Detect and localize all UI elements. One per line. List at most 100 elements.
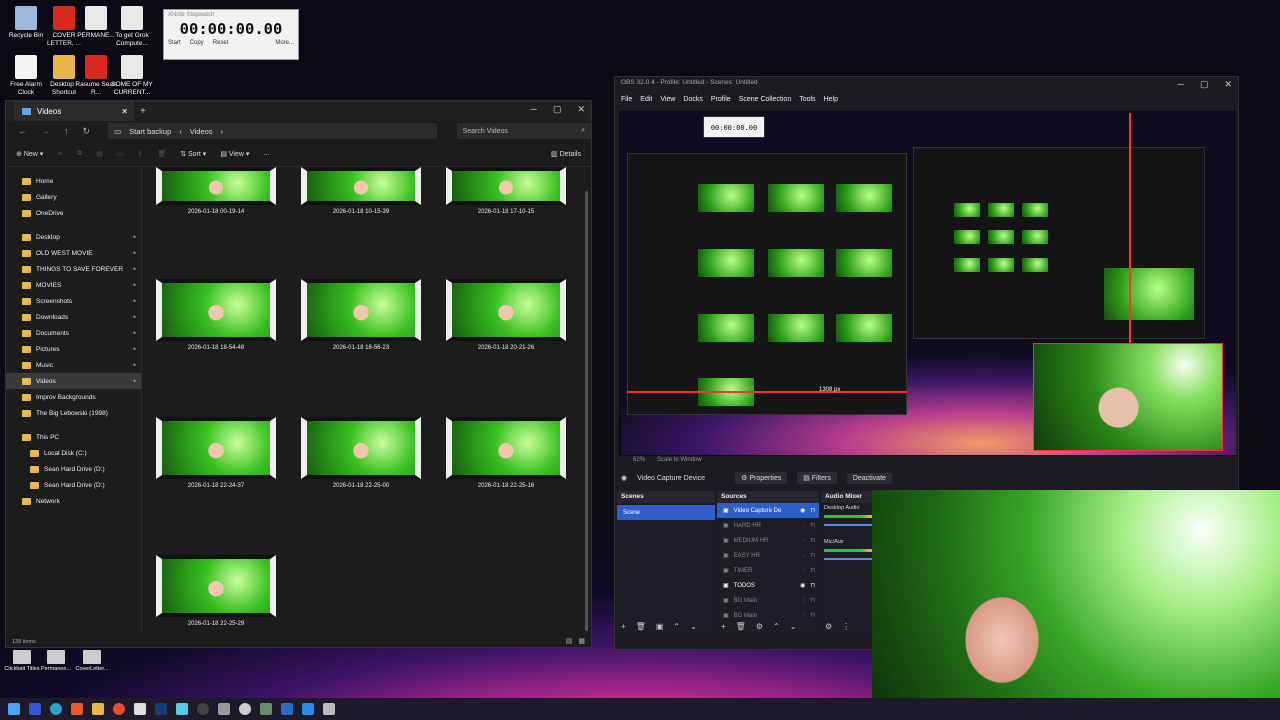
desktop-icon[interactable]: SOME OF MY CURRENT... xyxy=(110,55,154,96)
photoshop-icon[interactable] xyxy=(155,703,167,715)
source-item[interactable]: ▣ EASY HR ◌ ⊓ xyxy=(717,548,819,563)
nav-item[interactable]: OneDrive xyxy=(6,205,141,221)
menu-item[interactable]: Docks xyxy=(683,96,702,103)
new-button[interactable]: ⊕ New ▾ xyxy=(16,150,43,158)
video-thumbnail[interactable]: 2026-01-18 22-24-37 xyxy=(156,417,276,489)
app-icon[interactable] xyxy=(302,703,314,715)
close-icon[interactable]: ✕ xyxy=(1224,79,1232,90)
app-icon[interactable] xyxy=(71,703,83,715)
nav-item[interactable]: Improv Backgrounds xyxy=(6,389,141,405)
lock-icon[interactable]: ⊓ xyxy=(810,537,815,544)
source-item[interactable]: ▣ TODOS ◉ ⊓ xyxy=(717,578,819,593)
stopwatch-start-button[interactable]: Start xyxy=(168,40,181,46)
stopwatch-copy-button[interactable]: Copy xyxy=(190,40,204,46)
stopwatch-more-button[interactable]: More... xyxy=(275,40,294,46)
video-thumbnail[interactable]: 2026-01-18 22-25-29 xyxy=(156,555,276,627)
menu-item[interactable]: Edit xyxy=(640,96,652,103)
start-icon[interactable] xyxy=(8,703,20,715)
minimize-icon[interactable]: ─ xyxy=(1178,79,1184,90)
preview-camera-source[interactable] xyxy=(1033,343,1223,451)
cut-icon[interactable]: ✂ xyxy=(57,150,63,158)
copy-icon[interactable]: ⧉ xyxy=(77,150,82,158)
up-icon[interactable]: ↑ xyxy=(64,126,69,136)
breadcrumb-videos[interactable]: Videos xyxy=(190,127,213,136)
refresh-icon[interactable]: ↻ xyxy=(83,126,91,137)
video-thumbnail[interactable]: 2026-01-18 17-10-15 xyxy=(446,167,566,215)
menu-item[interactable]: Help xyxy=(824,96,838,103)
properties-button[interactable]: ⚙ Properties xyxy=(735,472,788,484)
nav-item[interactable]: Desktop ✦ xyxy=(6,229,141,245)
nav-item[interactable]: Music ✦ xyxy=(6,357,141,373)
video-thumbnail[interactable]: 2026-01-18 22-25-16 xyxy=(446,417,566,489)
source-item[interactable]: ▣ TIMER ◌ ⊓ xyxy=(717,563,819,578)
view-toggle[interactable]: ▤ ▦ xyxy=(566,637,585,645)
visibility-icon[interactable]: ◌ xyxy=(802,568,806,574)
filter-icon[interactable]: ▣ xyxy=(656,622,664,631)
nav-item[interactable]: Screenshots ✦ xyxy=(6,293,141,309)
menu-item[interactable]: Scene Collection xyxy=(739,96,792,103)
tiles-view-icon[interactable]: ▦ xyxy=(578,637,585,645)
app-icon[interactable] xyxy=(323,703,335,715)
file-icon[interactable] xyxy=(134,703,146,715)
visibility-icon[interactable]: ◌ xyxy=(802,613,806,619)
nav-item[interactable]: Local Disk (C:) xyxy=(6,445,141,461)
menu-item[interactable]: Profile xyxy=(711,96,731,103)
source-item[interactable]: ▣ HARD HR ◌ ⊓ xyxy=(717,518,819,533)
search-input[interactable]: Search Videos ⌕ xyxy=(456,123,591,139)
close-icon[interactable]: ✕ xyxy=(577,104,585,115)
details-button[interactable]: ▥ Details xyxy=(551,150,581,158)
stopwatch-reset-button[interactable]: Reset xyxy=(213,40,229,46)
visibility-icon[interactable]: ◉ xyxy=(800,507,805,514)
volume-slider[interactable] xyxy=(824,558,878,560)
mixer-settings-icon[interactable]: ⚙ xyxy=(825,622,832,631)
nav-item[interactable]: OLD WEST MOVIE ✦ xyxy=(6,245,141,261)
rename-icon[interactable]: ▭ xyxy=(117,150,124,158)
delete-icon[interactable]: 🗑 xyxy=(157,150,166,158)
lock-icon[interactable]: ⊓ xyxy=(810,582,815,589)
visibility-icon[interactable]: ◌ xyxy=(802,523,806,529)
desktop-icon[interactable]: To get Grok Compute... xyxy=(110,6,154,47)
nav-item[interactable]: Sean Hard Drive (D:) xyxy=(6,461,141,477)
menu-item[interactable]: Tools xyxy=(799,96,815,103)
close-tab-icon[interactable]: ✕ xyxy=(121,107,128,116)
remove-icon[interactable]: 🗑 xyxy=(636,622,646,631)
lock-icon[interactable]: ⊓ xyxy=(810,552,815,559)
settings-icon[interactable]: ⚙ xyxy=(756,622,763,631)
tab-videos[interactable]: Videos ✕ xyxy=(14,101,134,121)
nav-item[interactable]: Sean Hard Drive (D:) xyxy=(6,477,141,493)
maximize-icon[interactable]: ▢ xyxy=(553,104,562,115)
new-tab-icon[interactable]: + xyxy=(140,106,146,117)
menu-item[interactable]: File xyxy=(621,96,632,103)
volume-slider[interactable] xyxy=(824,524,878,526)
view-button[interactable]: ▤ View ▾ xyxy=(220,150,249,158)
lock-icon[interactable]: ⊓ xyxy=(810,507,815,514)
chrome-icon[interactable] xyxy=(113,703,125,715)
nav-item[interactable]: Network xyxy=(6,493,141,509)
share-icon[interactable]: ⇪ xyxy=(137,150,143,158)
nav-item[interactable]: Pictures ✦ xyxy=(6,341,141,357)
nav-item[interactable]: Downloads ✦ xyxy=(6,309,141,325)
filters-button[interactable]: ▤ Filters xyxy=(797,472,837,484)
maximize-icon[interactable]: ▢ xyxy=(1200,79,1209,90)
video-thumbnail[interactable]: 2026-01-18 10-15-39 xyxy=(301,167,421,215)
mixer-menu-icon[interactable]: ⋮ xyxy=(842,622,850,631)
nav-item[interactable]: THINGS TO SAVE FOREVER ✦ xyxy=(6,261,141,277)
video-thumbnail[interactable]: 2026-01-18 18-56-23 xyxy=(301,279,421,351)
breadcrumb-start-backup[interactable]: Start backup xyxy=(129,127,171,136)
nav-item[interactable]: The Big Lebowski (1998) xyxy=(6,405,141,421)
visibility-icon[interactable]: ◌ xyxy=(802,598,806,604)
nav-item[interactable]: Documents ✦ xyxy=(6,325,141,341)
paste-icon[interactable]: ▤ xyxy=(96,150,103,158)
visibility-icon[interactable]: ◌ xyxy=(802,538,806,544)
stopwatch-window[interactable]: XNote Stopwatch 00:00:00.00 Start Copy R… xyxy=(163,9,299,60)
more-options-button[interactable]: ... xyxy=(263,150,269,157)
move-down-icon[interactable]: ⌄ xyxy=(790,622,797,631)
nav-item[interactable]: Gallery xyxy=(6,189,141,205)
app-icon[interactable] xyxy=(29,703,41,715)
video-thumbnail[interactable]: 2026-01-18 20-21-26 xyxy=(446,279,566,351)
scrollbar[interactable] xyxy=(585,191,588,631)
lock-icon[interactable]: ⊓ xyxy=(810,597,815,604)
menu-item[interactable]: View xyxy=(660,96,675,103)
desktop-icon[interactable]: CoverLetter... xyxy=(70,650,114,673)
move-down-icon[interactable]: ⌄ xyxy=(690,622,697,631)
